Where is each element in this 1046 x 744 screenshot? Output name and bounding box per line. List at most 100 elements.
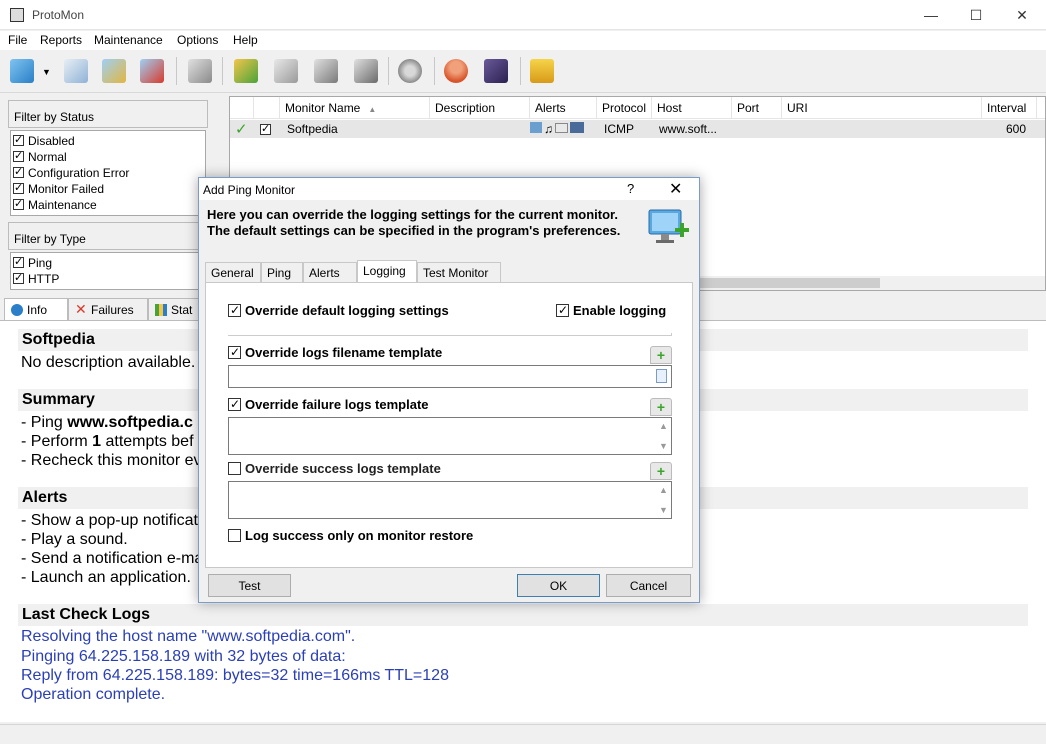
column-host[interactable]: Host <box>652 97 732 119</box>
vertical-scrollbar[interactable]: ▲ ▼ <box>656 418 671 454</box>
tab-info[interactable]: Info <box>4 298 68 321</box>
properties-icon <box>188 59 212 83</box>
dialog-help-button[interactable]: ? <box>627 181 634 196</box>
test-button[interactable]: Test <box>208 574 291 597</box>
column-status[interactable] <box>230 97 254 119</box>
column-port[interactable]: Port <box>732 97 782 119</box>
interval-cell: 600 <box>1006 122 1027 136</box>
scroll-up-icon[interactable]: ▲ <box>659 485 668 495</box>
add-group-button[interactable] <box>230 55 262 87</box>
filter-status-normal[interactable]: Normal <box>13 149 67 166</box>
scroll-up-icon[interactable]: ▲ <box>659 421 668 431</box>
success-logs-template-input[interactable]: ▲ ▼ <box>228 481 672 519</box>
tab-general[interactable]: General <box>205 262 261 282</box>
scroll-down-icon[interactable]: ▼ <box>659 441 668 451</box>
override-default-logging-checkbox[interactable]: Override default logging settings <box>228 303 449 318</box>
failure-logs-template-input[interactable]: ▲ ▼ <box>228 417 672 455</box>
description-text: No description available. <box>21 354 196 371</box>
checkbox[interactable] <box>13 271 24 284</box>
close-button[interactable]: ✕ <box>999 0 1045 30</box>
protocol-cell: ICMP <box>604 122 634 136</box>
column-enabled[interactable] <box>254 97 280 119</box>
insert-variable-button[interactable]: + <box>650 462 672 480</box>
title-bar: ProtoMon — ☐ ✕ <box>0 0 1046 30</box>
alert-line: - Send a notification e-ma <box>21 550 204 567</box>
filter-status-config-error[interactable]: Configuration Error <box>13 165 129 182</box>
checkbox[interactable] <box>13 197 24 210</box>
delete-monitor-button[interactable] <box>136 55 168 87</box>
menu-options[interactable]: Options <box>177 33 218 47</box>
edit-group-button[interactable] <box>310 55 342 87</box>
add-ping-monitor-dialog: Add Ping Monitor ? ✕ Here you can overri… <box>198 177 700 603</box>
tab-failures[interactable]: ✕ Failures <box>68 298 148 320</box>
tab-ping[interactable]: Ping <box>261 262 303 282</box>
column-alerts[interactable]: Alerts <box>530 97 597 119</box>
enable-logging-checkbox[interactable]: Enable logging <box>556 303 666 318</box>
column-interval[interactable]: Interval <box>982 97 1037 119</box>
checkbox[interactable] <box>13 165 24 178</box>
checkbox[interactable] <box>13 149 24 162</box>
override-failure-checkbox[interactable]: Override failure logs template <box>228 397 429 412</box>
info-icon <box>11 304 23 316</box>
checkbox[interactable] <box>13 255 24 268</box>
vertical-scrollbar[interactable]: ▲ ▼ <box>656 482 671 518</box>
column-protocol[interactable]: Protocol <box>597 97 652 119</box>
ok-button[interactable]: OK <box>517 574 600 597</box>
checkbox[interactable] <box>13 181 24 194</box>
menu-reports[interactable]: Reports <box>40 33 82 47</box>
failure-x-icon: ✕ <box>75 301 87 317</box>
column-uri[interactable]: URI <box>782 97 982 119</box>
log-line: Resolving the host name "www.softpedia.c… <box>21 628 356 645</box>
log-success-only-checkbox[interactable]: Log success only on monitor restore <box>228 528 473 543</box>
menu-help[interactable]: Help <box>233 33 258 47</box>
delete-group-button[interactable] <box>350 55 382 87</box>
insert-variable-button[interactable]: + <box>650 398 672 416</box>
sound-alert-icon: ♫ <box>544 122 553 136</box>
properties-button[interactable] <box>184 55 216 87</box>
filter-status-maintenance[interactable]: Maintenance <box>13 197 97 214</box>
scroll-down-icon[interactable]: ▼ <box>659 505 668 515</box>
add-monitor-dropdown[interactable]: ▼ <box>38 55 54 87</box>
copy-group-button[interactable] <box>270 55 302 87</box>
minimize-button[interactable]: — <box>908 0 954 30</box>
tab-statistics[interactable]: Stat <box>148 298 200 320</box>
help-button[interactable] <box>480 55 512 87</box>
filter-type-http[interactable]: HTTP <box>13 271 59 288</box>
insert-variable-button[interactable]: + <box>650 346 672 364</box>
maximize-button[interactable]: ☐ <box>953 0 999 30</box>
add-monitor-button[interactable] <box>6 55 38 87</box>
enabled-checkbox[interactable] <box>260 122 275 137</box>
chevron-down-icon: ▼ <box>42 67 51 77</box>
tab-logging[interactable]: Logging <box>357 260 417 283</box>
monitor-list-header: Monitor Name ▲ Description Alerts Protoco… <box>230 97 1045 119</box>
summary-line: - Perform 1 attempts bef <box>21 433 194 450</box>
toolbar-separator <box>222 57 223 85</box>
filter-status-disabled[interactable]: Disabled <box>13 133 75 150</box>
column-description[interactable]: Description <box>430 97 530 119</box>
plus-icon: + <box>656 347 666 363</box>
menu-maintenance[interactable]: Maintenance <box>94 33 163 47</box>
delete-group-icon <box>354 59 378 83</box>
toolbar-separator <box>520 57 521 85</box>
menu-file[interactable]: File <box>8 33 27 47</box>
checkbox[interactable] <box>13 133 24 146</box>
cancel-button[interactable]: Cancel <box>606 574 691 597</box>
browse-file-icon[interactable] <box>656 369 667 383</box>
override-filename-checkbox[interactable]: Override logs filename template <box>228 345 442 360</box>
override-success-checkbox[interactable]: Override success logs template <box>228 461 441 476</box>
edit-monitor-button[interactable] <box>98 55 130 87</box>
filter-type-ping[interactable]: Ping <box>13 255 52 272</box>
lock-button[interactable] <box>526 55 558 87</box>
dialog-close-button[interactable]: ✕ <box>669 179 682 199</box>
copy-monitor-button[interactable] <box>60 55 92 87</box>
table-row[interactable]: ✓ Softpedia ♫ ICMP www.soft... 600 <box>230 120 1045 138</box>
tab-alerts[interactable]: Alerts <box>303 262 357 282</box>
help-book-icon <box>484 59 508 83</box>
tab-test-monitor[interactable]: Test Monitor <box>417 262 501 282</box>
column-monitor-name[interactable]: Monitor Name ▲ <box>280 97 430 119</box>
logs-filename-input[interactable] <box>228 365 672 388</box>
settings-button[interactable] <box>394 55 426 87</box>
filter-status-monitor-failed[interactable]: Monitor Failed <box>13 181 104 198</box>
support-button[interactable] <box>440 55 472 87</box>
toolbar-separator <box>388 57 389 85</box>
